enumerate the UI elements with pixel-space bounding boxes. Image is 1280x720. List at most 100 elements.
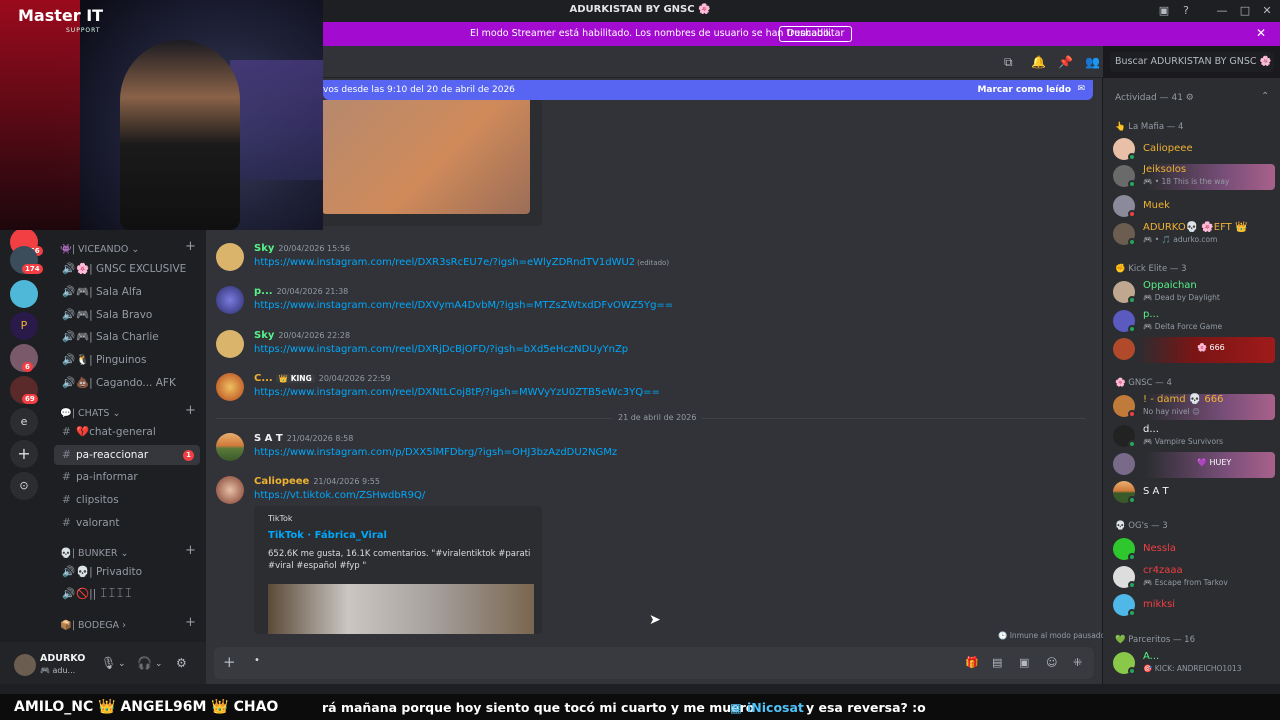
close-window-button[interactable]: ✕ xyxy=(1259,3,1275,19)
discover-icon[interactable]: ⊙ xyxy=(10,472,38,500)
gift-icon[interactable]: 🎁 xyxy=(965,656,979,669)
voice-channel[interactable]: 🔊🎮| Sala Alfa xyxy=(54,282,200,302)
avatar[interactable] xyxy=(14,654,36,676)
category-bodega[interactable]: 📦| BODEGA › xyxy=(60,620,126,631)
embed-title[interactable]: TikTok · Fábrica_Viral xyxy=(268,530,387,541)
bell-icon[interactable]: 🔔 xyxy=(1031,55,1046,69)
apps-icon[interactable]: ⁜ xyxy=(1073,656,1082,669)
help-icon[interactable]: ? xyxy=(1178,3,1194,19)
minimize-button[interactable]: — xyxy=(1214,3,1230,19)
message-author[interactable]: Sky 20/04/2026 22:28 xyxy=(254,330,350,341)
author-name[interactable]: Caliopeee xyxy=(254,476,309,487)
message-author[interactable]: C... 👑 KING 20/04/2026 22:59 xyxy=(254,373,390,384)
category-viceando[interactable]: 👾| VICEANDO ⌄ xyxy=(60,244,139,255)
gif-icon[interactable]: ▤ xyxy=(992,656,1002,669)
voice-channel[interactable]: 🔊💩| Cagando... AFK xyxy=(54,373,200,393)
text-channel-active[interactable]: # pa-reaccionar 1 xyxy=(54,445,200,465)
server-icon[interactable]: 69 xyxy=(10,376,38,404)
message-link[interactable]: https://www.instagram.com/reel/DXRjDcBjO… xyxy=(254,344,628,355)
avatar[interactable] xyxy=(216,286,244,314)
search-input[interactable]: Buscar ADURKISTAN BY GNSC 🌸 ⌕ xyxy=(1110,52,1274,72)
close-banner-icon[interactable]: ✕ xyxy=(1256,26,1266,40)
add-channel-icon[interactable]: + xyxy=(185,543,196,558)
mark-as-read-button[interactable]: Marcar como leído xyxy=(977,85,1071,95)
embed-thumbnail[interactable] xyxy=(268,584,534,634)
headphones-icon[interactable]: 🎧 xyxy=(137,656,152,670)
author-name[interactable]: p... xyxy=(254,286,273,297)
activity-header[interactable]: Actividad — 41 ⚙ xyxy=(1115,93,1194,103)
chevron-up-icon[interactable]: ⌃ xyxy=(1261,91,1269,102)
maximize-button[interactable]: □ xyxy=(1237,3,1253,19)
text-channel[interactable]: # clipsitos xyxy=(54,490,200,510)
message-link[interactable]: https://www.instagram.com/reel/DXVymA4Dv… xyxy=(254,300,673,311)
member-item[interactable]: A... 🎯 KICK: ANDREICHO1013 xyxy=(1113,651,1275,677)
message-link[interactable]: https://www.instagram.com/p/DXX5lMFDbrg/… xyxy=(254,447,617,458)
member-list-icon[interactable]: 👥 xyxy=(1085,55,1100,69)
avatar[interactable] xyxy=(216,373,244,401)
attach-plus-button[interactable]: + xyxy=(223,653,236,671)
member-item[interactable]: mikksi xyxy=(1113,593,1275,619)
member-item[interactable]: Nessla xyxy=(1113,537,1275,563)
avatar[interactable] xyxy=(216,330,244,358)
threads-icon[interactable]: ⧉ xyxy=(1004,55,1013,70)
voice-channel[interactable]: 🔊💀| Privadito xyxy=(54,562,200,582)
disable-streamer-button[interactable]: Deshabilitar xyxy=(779,26,853,42)
emoji-icon[interactable]: ☺ xyxy=(1046,656,1057,669)
server-icon[interactable]: P xyxy=(10,312,38,340)
add-channel-icon[interactable]: + xyxy=(185,239,196,254)
member-item[interactable]: Jeiksolos 🎮 • 18 This is the way xyxy=(1113,164,1275,190)
voice-channel[interactable]: 🔊🌸| GNSC EXCLUSIVE xyxy=(54,259,200,279)
member-item[interactable]: ! - damd 💀 666 No hay nivel 😊 xyxy=(1113,394,1275,420)
member-item[interactable]: ADURKO💀 🌸EFT 👑 🎮 • 🎵 adurko.com xyxy=(1113,222,1275,248)
message-link[interactable]: https://vt.tiktok.com/ZSHwdbR9Q/ xyxy=(254,490,425,501)
text-channel[interactable]: # 💔chat-general xyxy=(54,422,200,442)
voice-channel[interactable]: 🔊🎮| Sala Charlie xyxy=(54,327,200,347)
add-server-button[interactable]: + xyxy=(10,440,38,468)
message-input[interactable]: • xyxy=(254,655,260,666)
member-item[interactable]: Muek xyxy=(1113,194,1275,220)
member-item[interactable]: Caliopeee xyxy=(1113,137,1275,163)
server-icon[interactable]: 174 xyxy=(10,246,43,274)
embed-image[interactable] xyxy=(322,100,530,214)
screen-share-icon[interactable]: ▣ xyxy=(1156,3,1172,19)
server-icon[interactable] xyxy=(10,280,38,308)
message-link[interactable]: https://www.instagram.com/reel/DXNtLCoj8… xyxy=(254,387,660,398)
voice-channel[interactable]: 🔊🐧| Pinguinos xyxy=(54,350,200,370)
author-name[interactable]: C... xyxy=(254,373,273,384)
member-item[interactable]: d... 🎮 Vampire Survivors xyxy=(1113,424,1275,450)
message-author[interactable]: Sky 20/04/2026 15:56 xyxy=(254,243,350,254)
author-name[interactable]: Sky xyxy=(254,330,274,341)
message-author[interactable]: S A T 21/04/2026 8:58 xyxy=(254,433,353,444)
avatar[interactable] xyxy=(216,476,244,504)
member-item[interactable]: 🌸 666 xyxy=(1113,337,1275,363)
add-channel-icon[interactable]: + xyxy=(185,615,196,630)
new-messages-bar[interactable]: vos desde las 9:10 del 20 de abril de 20… xyxy=(323,80,1093,100)
avatar[interactable] xyxy=(216,243,244,271)
text-channel[interactable]: # pa-informar xyxy=(54,467,200,487)
sticker-icon[interactable]: ▣ xyxy=(1019,656,1029,669)
member-item[interactable]: Oppaichan 🎮 Dead by Daylight xyxy=(1113,280,1275,306)
chevron-down-icon[interactable]: ⌄ xyxy=(118,659,126,669)
microphone-icon[interactable]: 🎙 xyxy=(101,656,116,670)
message-link[interactable]: https://www.instagram.com/reel/DXR3sRcEU… xyxy=(254,257,669,268)
member-item[interactable]: 💜 HUEY xyxy=(1113,452,1275,478)
server-icon[interactable]: 6 xyxy=(10,344,38,372)
author-name[interactable]: Sky xyxy=(254,243,274,254)
voice-channel[interactable]: 🔊🎮| Sala Bravo xyxy=(54,305,200,325)
embed-provider[interactable]: TikTok xyxy=(268,514,293,523)
member-item[interactable]: p... 🎮 Delta Force Game xyxy=(1113,309,1275,335)
category-bunker[interactable]: 💀| BUNKER ⌄ xyxy=(60,548,128,559)
text-channel[interactable]: # valorant xyxy=(54,513,200,533)
add-channel-icon[interactable]: + xyxy=(185,403,196,418)
member-item[interactable]: S A T xyxy=(1113,480,1275,506)
member-item[interactable]: cr4zaaa 🎮 Escape from Tarkov xyxy=(1113,565,1275,591)
category-chats[interactable]: 💬| CHATS ⌄ xyxy=(60,408,120,419)
message-author[interactable]: p... 20/04/2026 21:38 xyxy=(254,286,348,297)
message-author[interactable]: Caliopeee 21/04/2026 9:55 xyxy=(254,476,380,487)
voice-channel[interactable]: 🔊🚫|| ꀤꀤꀤꀤ xyxy=(54,584,200,604)
pin-icon[interactable]: 📌 xyxy=(1058,55,1073,69)
message-composer[interactable]: + • 🎁 ▤ ▣ ☺ ⁜ xyxy=(214,647,1094,679)
server-icon[interactable]: e xyxy=(10,408,38,436)
avatar[interactable] xyxy=(216,433,244,461)
author-name[interactable]: S A T xyxy=(254,433,283,444)
